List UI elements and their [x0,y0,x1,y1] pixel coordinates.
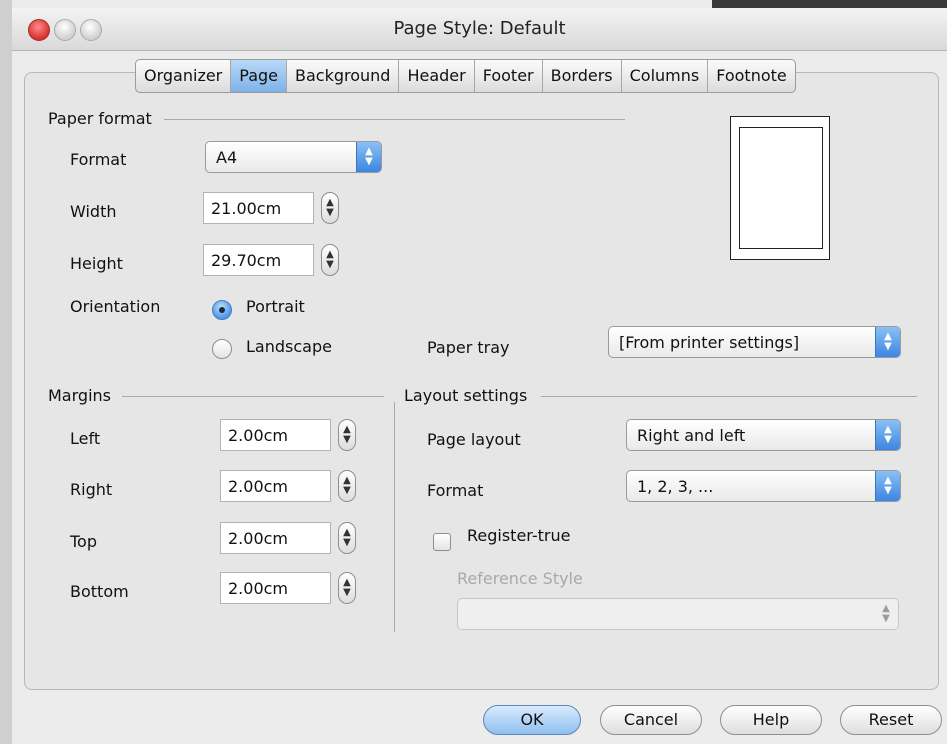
landscape-radio[interactable] [212,339,232,359]
tab-footnote[interactable]: Footnote [708,60,795,92]
background-window-strip [712,0,947,8]
page-preview-margin [739,127,823,249]
numbering-format-select[interactable]: 1, 2, 3, ... ▲ ▼ [626,470,901,502]
help-button[interactable]: Help [720,705,822,735]
reference-style-label: Reference Style [457,569,583,588]
margin-right-field[interactable]: 2.00cm [220,470,331,502]
dialog-window: Page Style: Default Organizer Page Backg… [0,0,947,744]
layout-settings-heading: Layout settings [404,386,528,405]
portrait-label: Portrait [246,297,305,316]
title-bar: Page Style: Default [12,8,947,51]
register-true-label: Register-true [467,526,571,545]
margin-right-label: Right [70,480,113,499]
tab-columns[interactable]: Columns [622,60,709,92]
window-title: Page Style: Default [393,18,566,39]
width-field[interactable]: 21.00cm [203,192,314,224]
orientation-label: Orientation [70,297,161,316]
register-true-checkbox[interactable] [433,533,451,551]
page-layout-value: Right and left [637,426,746,445]
background-window-edge [0,0,12,744]
paper-tray-select[interactable]: [From printer settings] ▲ ▼ [608,326,901,358]
ok-button[interactable]: OK [483,705,581,735]
up-down-arrows-icon: ▲ ▼ [874,599,898,629]
margin-bottom-value: 2.00cm [228,579,289,598]
reference-style-select[interactable]: ▲ ▼ [457,598,899,630]
width-value: 21.00cm [211,199,282,218]
tab-header[interactable]: Header [399,60,475,92]
layout-settings-divider [541,396,917,397]
cancel-button[interactable]: Cancel [600,705,702,735]
portrait-radio[interactable] [212,300,232,320]
up-down-arrows-icon: ▲ ▼ [875,420,900,450]
paper-tray-value: [From printer settings] [619,333,800,352]
tab-background[interactable]: Background [287,60,400,92]
height-value: 29.70cm [211,251,282,270]
margin-left-stepper[interactable]: ▲ ▼ [338,419,356,451]
margin-top-value: 2.00cm [228,529,289,548]
tab-bar: Organizer Page Background Header Footer … [135,59,796,93]
margin-top-field[interactable]: 2.00cm [220,522,331,554]
margins-divider [122,396,384,397]
margin-top-stepper[interactable]: ▲ ▼ [338,522,356,554]
tab-footer[interactable]: Footer [475,60,543,92]
numbering-format-value: 1, 2, 3, ... [637,477,714,496]
tab-organizer[interactable]: Organizer [136,60,232,92]
up-down-arrows-icon: ▲ ▼ [875,327,900,357]
landscape-label: Landscape [246,337,332,356]
height-field[interactable]: 29.70cm [203,244,314,276]
up-down-arrows-icon: ▲ ▼ [875,471,900,501]
margin-left-field[interactable]: 2.00cm [220,419,331,451]
tab-page[interactable]: Page [231,60,287,92]
height-label: Height [70,254,123,273]
margin-bottom-field[interactable]: 2.00cm [220,572,331,604]
margin-left-value: 2.00cm [228,426,289,445]
page-layout-label: Page layout [427,430,521,449]
margin-right-value: 2.00cm [228,477,289,496]
paper-tray-label: Paper tray [427,338,510,357]
margin-bottom-label: Bottom [70,582,129,601]
margins-heading: Margins [48,386,111,405]
paper-format-divider [164,119,625,120]
margin-bottom-stepper[interactable]: ▲ ▼ [338,572,356,604]
up-down-arrows-icon: ▲ ▼ [356,142,381,172]
numbering-format-label: Format [427,481,484,500]
page-preview [730,116,830,260]
width-stepper[interactable]: ▲ ▼ [321,192,339,224]
format-label: Format [70,150,127,169]
section-separator [394,402,395,632]
margin-top-label: Top [70,532,97,551]
width-label: Width [70,202,117,221]
page-layout-select[interactable]: Right and left ▲ ▼ [626,419,901,451]
format-select-value: A4 [216,148,238,167]
margin-left-label: Left [70,429,101,448]
reset-button[interactable]: Reset [840,705,942,735]
paper-format-heading: Paper format [48,109,152,128]
tab-borders[interactable]: Borders [543,60,622,92]
format-select[interactable]: A4 ▲ ▼ [205,141,382,173]
margin-right-stepper[interactable]: ▲ ▼ [338,470,356,502]
height-stepper[interactable]: ▲ ▼ [321,244,339,276]
